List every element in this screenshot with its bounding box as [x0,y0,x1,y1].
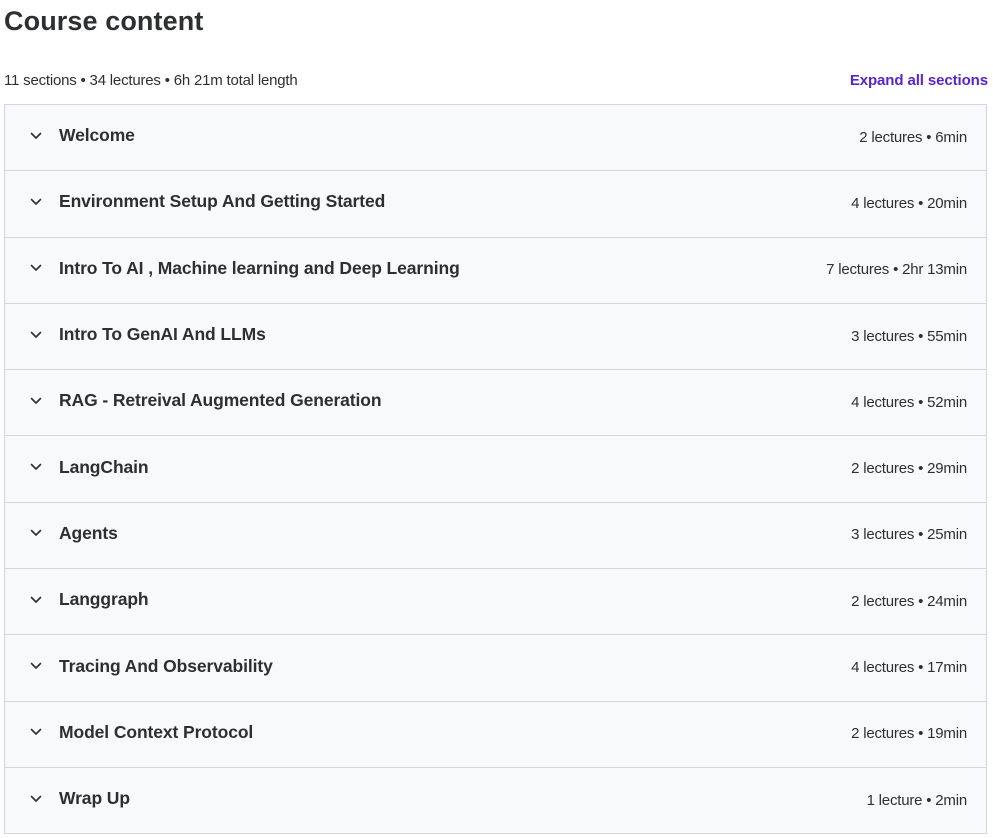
section-meta: 4 lectures • 17min [851,659,967,677]
chevron-down-icon [29,129,43,143]
course-summary-row: 11 sections • 34 lectures • 6h 21m total… [4,68,988,92]
section-header-environment-setup[interactable]: Environment Setup And Getting Started 4 … [5,171,986,238]
chevron-down-icon [29,659,43,673]
course-summary: 11 sections • 34 lectures • 6h 21m total… [4,71,298,89]
section-title: Agents [59,522,118,543]
section-header-langchain[interactable]: LangChain 2 lectures • 29min [5,436,986,503]
section-meta: 2 lectures • 24min [851,592,967,610]
section-header-inner: Wrap Up 1 lecture • 2min [29,788,967,809]
section-header-intro-to-ai[interactable]: Intro To AI , Machine learning and Deep … [5,237,986,304]
section-meta: 2 lectures • 19min [851,725,967,743]
section-header-intro-to-genai[interactable]: Intro To GenAI And LLMs 3 lectures • 55m… [5,303,986,371]
chevron-down-icon [29,460,43,474]
section-title: Langgraph [59,589,149,610]
section-meta: 7 lectures • 2hr 13min [826,261,967,279]
section-header-welcome[interactable]: Welcome 2 lectures • 6min [5,105,986,172]
section-title: Environment Setup And Getting Started [59,191,386,212]
section-title: Tracing And Observability [59,655,273,676]
section-header-rag[interactable]: RAG - Retreival Augmented Generation 4 l… [5,370,986,437]
section-header-inner: Intro To GenAI And LLMs 3 lectures • 55m… [29,324,967,345]
section-header-inner: Tracing And Observability 4 lectures • 1… [29,656,967,677]
chevron-down-icon [29,792,43,806]
chevron-down-icon [29,195,43,209]
section-title: Intro To GenAI And LLMs [59,324,266,345]
sections-accordion: Welcome 2 lectures • 6min Environment Se… [4,104,987,835]
section-header-inner: Model Context Protocol 2 lectures • 19mi… [29,722,967,743]
section-title: Welcome [59,125,135,146]
section-title: Intro To AI , Machine learning and Deep … [59,257,460,278]
section-header-langgraph[interactable]: Langgraph 2 lectures • 24min [5,569,986,636]
chevron-down-icon [29,593,43,607]
section-meta: 4 lectures • 52min [851,393,967,411]
section-header-tracing[interactable]: Tracing And Observability 4 lectures • 1… [5,635,986,702]
chevron-down-icon [29,394,43,408]
section-title: Wrap Up [59,788,130,809]
section-meta: 3 lectures • 25min [851,526,967,544]
section-header-inner: Intro To AI , Machine learning and Deep … [29,258,967,279]
page-title: Course content [4,6,204,36]
section-title: RAG - Retreival Augmented Generation [59,390,382,411]
section-meta: 2 lectures • 6min [859,128,967,146]
section-header-wrap-up[interactable]: Wrap Up 1 lecture • 2min [5,767,986,835]
section-header-inner: RAG - Retreival Augmented Generation 4 l… [29,390,967,411]
section-title: Model Context Protocol [59,721,254,742]
section-header-inner: Agents 3 lectures • 25min [29,523,967,544]
section-header-inner: Environment Setup And Getting Started 4 … [29,191,967,212]
section-header-mcp[interactable]: Model Context Protocol 2 lectures • 19mi… [5,701,986,768]
section-meta: 3 lectures • 55min [851,327,967,345]
section-meta: 4 lectures • 20min [851,194,967,212]
chevron-down-icon [29,328,43,342]
expand-all-sections-button[interactable]: Expand all sections [850,72,988,89]
chevron-down-icon [29,261,43,275]
chevron-down-icon [29,725,43,739]
section-header-inner: Langgraph 2 lectures • 24min [29,589,967,610]
section-header-inner: LangChain 2 lectures • 29min [29,457,967,478]
chevron-down-icon [29,526,43,540]
section-meta: 2 lectures • 29min [851,460,967,478]
section-meta: 1 lecture • 2min [866,791,968,809]
section-title: LangChain [59,456,149,477]
section-header-inner: Welcome 2 lectures • 6min [29,125,967,146]
section-header-agents[interactable]: Agents 3 lectures • 25min [5,502,986,570]
